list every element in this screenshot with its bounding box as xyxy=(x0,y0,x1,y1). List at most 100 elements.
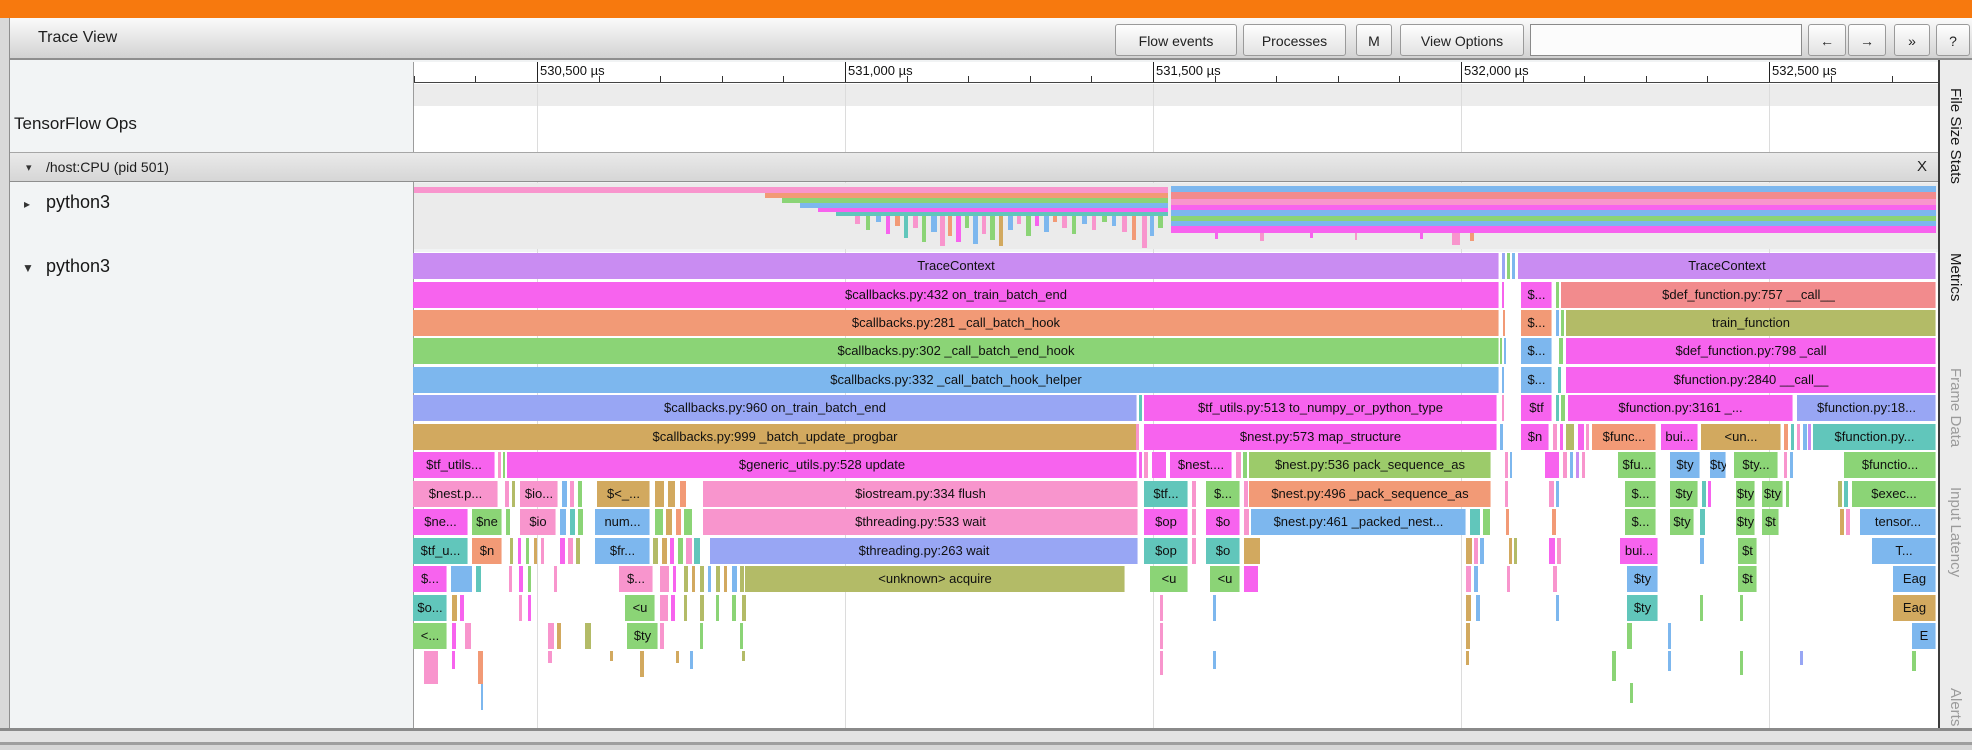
flame-sliver[interactable] xyxy=(1700,509,1705,535)
flame-sliver[interactable] xyxy=(1838,481,1842,507)
flame-spike[interactable] xyxy=(548,651,552,663)
flame-sliver[interactable] xyxy=(742,595,746,621)
flame-sliver[interactable] xyxy=(510,538,513,564)
flame-sliver[interactable] xyxy=(1560,424,1563,450)
flame-spike[interactable] xyxy=(676,651,679,663)
flame-sliver[interactable] xyxy=(740,566,744,592)
flame-event[interactable]: $function.py:3161 _... xyxy=(1568,395,1793,421)
flame-sliver[interactable] xyxy=(1502,253,1505,279)
flame-sliver[interactable] xyxy=(465,623,471,649)
flame-sliver[interactable] xyxy=(452,595,457,621)
flame-sliver[interactable] xyxy=(1702,481,1706,507)
flame-sliver[interactable] xyxy=(1790,452,1793,478)
flame-sliver[interactable] xyxy=(557,623,561,649)
flame-event[interactable]: $o... xyxy=(413,595,447,621)
flame-sliver[interactable] xyxy=(585,623,591,649)
flame-event[interactable]: $function.py... xyxy=(1813,424,1936,450)
flame-sliver[interactable] xyxy=(1244,566,1258,592)
flame-sliver[interactable] xyxy=(1740,595,1743,621)
flame-sliver[interactable] xyxy=(1840,509,1844,535)
flame-sliver[interactable] xyxy=(1700,538,1704,564)
flame-sliver[interactable] xyxy=(670,538,674,564)
flame-sliver[interactable] xyxy=(1504,338,1506,364)
flame-sliver[interactable] xyxy=(460,595,464,621)
m-button[interactable]: M xyxy=(1356,24,1392,56)
flame-sliver[interactable] xyxy=(568,538,573,564)
flame-event[interactable]: $o xyxy=(1206,538,1240,564)
flame-event[interactable]: $def_function.py:798 _call xyxy=(1566,338,1936,364)
flame-spike[interactable] xyxy=(610,651,613,661)
flame-sliver[interactable] xyxy=(1192,538,1196,564)
flame-event[interactable]: $callbacks.py:302 _call_batch_end_hook xyxy=(413,338,1499,364)
flame-sliver[interactable] xyxy=(1507,253,1510,279)
flame-sliver[interactable] xyxy=(1505,481,1508,507)
flame-event[interactable]: <u xyxy=(1210,566,1240,592)
flame-sliver[interactable] xyxy=(1506,509,1509,535)
flame-event[interactable]: $op xyxy=(1144,509,1188,535)
flame-sliver[interactable] xyxy=(518,538,521,564)
flame-event[interactable]: $ty xyxy=(1670,481,1698,507)
flame-sliver[interactable] xyxy=(512,481,515,507)
flame-spike[interactable] xyxy=(1668,651,1671,671)
flame-event[interactable]: $... xyxy=(1521,367,1552,393)
flame-event[interactable]: $function.py:2840 __call__ xyxy=(1566,367,1936,393)
flame-spike[interactable] xyxy=(478,651,483,684)
flame-event[interactable]: $io xyxy=(520,509,556,535)
flame-sliver[interactable] xyxy=(660,595,668,621)
flame-event[interactable]: $nest.py:461 _packed_nest... xyxy=(1251,509,1466,535)
flame-event[interactable]: $ty xyxy=(1736,481,1755,507)
help-button[interactable]: ? xyxy=(1936,24,1970,56)
back-arrow-button[interactable]: ← xyxy=(1808,24,1846,56)
flame-event[interactable]: Eag xyxy=(1893,595,1936,621)
flame-sliver[interactable] xyxy=(576,538,580,564)
flame-sliver[interactable] xyxy=(509,566,512,592)
flame-event[interactable]: $n xyxy=(1521,424,1549,450)
flame-event[interactable]: $ty xyxy=(1627,595,1658,621)
flame-sliver[interactable] xyxy=(732,566,737,592)
flame-event[interactable]: $nest.py:496 _pack_sequence_as xyxy=(1249,481,1491,507)
processes-button[interactable]: Processes xyxy=(1243,24,1346,56)
flame-sliver[interactable] xyxy=(1192,509,1196,535)
flame-sliver[interactable] xyxy=(1668,623,1671,649)
flame-sliver[interactable] xyxy=(1236,452,1241,478)
flame-sliver[interactable] xyxy=(1557,538,1561,564)
thread-python3-collapsed[interactable]: python3 xyxy=(46,192,110,213)
flame-sliver[interactable] xyxy=(1570,452,1573,478)
flame-sliver[interactable] xyxy=(684,509,692,535)
flame-sliver[interactable] xyxy=(1139,452,1142,478)
flame-event[interactable]: $tf_utils... xyxy=(413,452,495,478)
thread-collapse-icon[interactable]: ▼ xyxy=(22,261,34,275)
flame-sliver[interactable] xyxy=(1808,424,1811,450)
view-options-button[interactable]: View Options xyxy=(1400,24,1524,56)
flame-event[interactable]: $generic_utils.py:528 update xyxy=(507,452,1137,478)
flame-sliver[interactable] xyxy=(1160,623,1163,649)
flame-event[interactable]: $ne xyxy=(472,509,502,535)
flame-sliver[interactable] xyxy=(1797,424,1800,450)
flame-sliver[interactable] xyxy=(1786,481,1789,507)
tab-metrics[interactable]: Metrics xyxy=(1947,253,1964,301)
flame-sliver[interactable] xyxy=(1144,452,1148,478)
flame-sliver[interactable] xyxy=(1627,623,1632,649)
flame-sliver[interactable] xyxy=(668,481,675,507)
flame-event[interactable]: $... xyxy=(413,566,447,592)
flame-sliver[interactable] xyxy=(1500,338,1502,364)
flame-event[interactable]: $functio... xyxy=(1844,452,1936,478)
flame-event[interactable]: $tf xyxy=(1521,395,1552,421)
flame-sliver[interactable] xyxy=(1476,595,1480,621)
flame-sliver[interactable] xyxy=(1466,566,1471,592)
flame-event[interactable]: $function.py:18... xyxy=(1797,395,1936,421)
flame-sliver[interactable] xyxy=(708,566,711,592)
flame-sliver[interactable] xyxy=(671,595,675,621)
flame-event[interactable]: $tf... xyxy=(1144,481,1188,507)
flame-sliver[interactable] xyxy=(1556,595,1559,621)
flame-sliver[interactable] xyxy=(578,509,583,535)
flame-sliver[interactable] xyxy=(541,538,544,564)
flame-event[interactable]: $def_function.py:757 __call__ xyxy=(1561,282,1936,308)
flame-sliver[interactable] xyxy=(1480,538,1484,564)
flame-sliver[interactable] xyxy=(673,566,676,592)
flame-sliver[interactable] xyxy=(1483,509,1490,535)
flame-event[interactable]: $ne... xyxy=(413,509,468,535)
flame-spike[interactable] xyxy=(1160,651,1163,675)
flame-sliver[interactable] xyxy=(554,566,557,592)
flame-sliver[interactable] xyxy=(1553,424,1557,450)
